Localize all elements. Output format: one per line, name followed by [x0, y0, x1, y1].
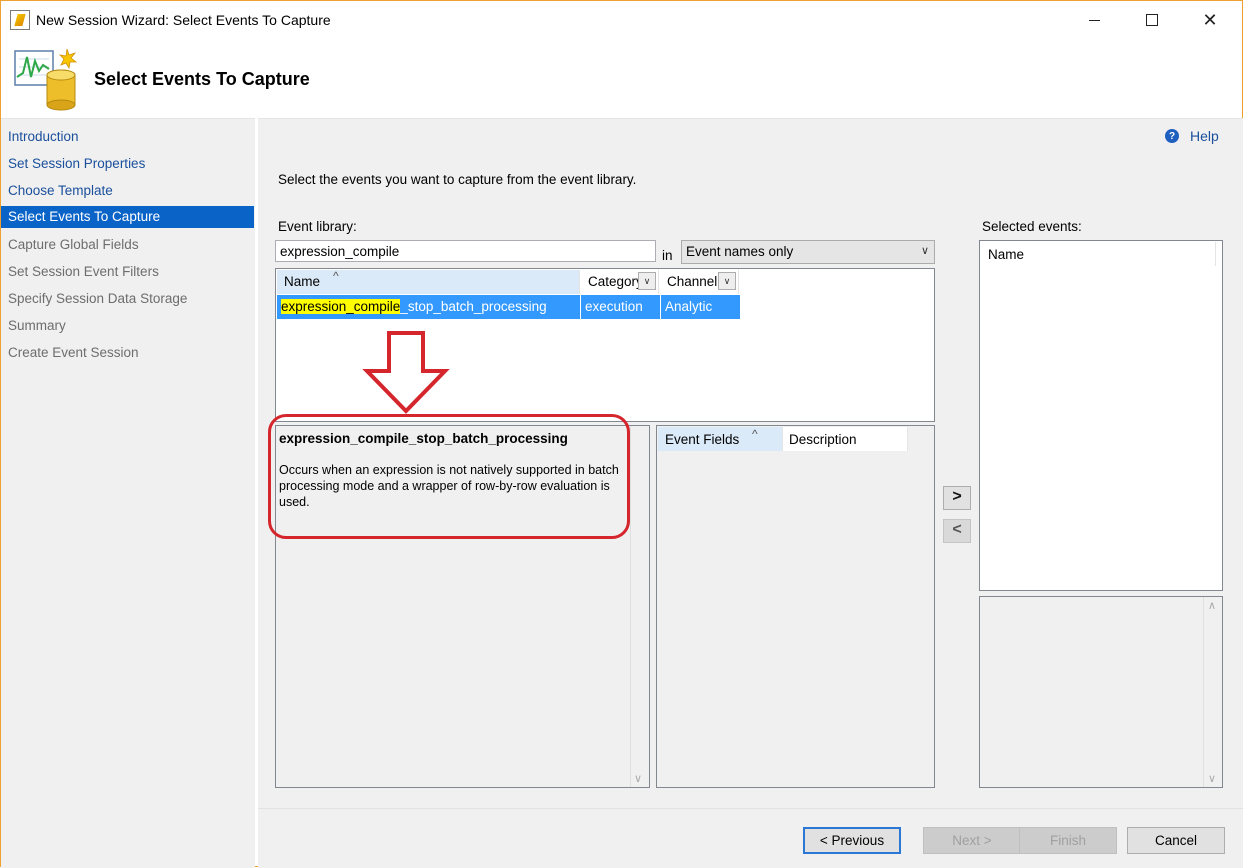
- remove-event-button[interactable]: <: [943, 519, 971, 543]
- nav-item-capture-global-fields: Capture Global Fields: [8, 237, 139, 252]
- column-header-name[interactable]: Name ^: [277, 269, 580, 294]
- column-category-label: Category: [588, 274, 643, 289]
- cancel-button[interactable]: Cancel: [1127, 827, 1225, 854]
- selected-event-description-pane: ∧ ∨: [979, 596, 1223, 788]
- scroll-down-icon[interactable]: ∨: [1208, 772, 1216, 785]
- cell-channel: Analytic: [661, 295, 740, 319]
- close-icon: ✕: [1202, 9, 1218, 30]
- minimize-icon: [1088, 19, 1100, 21]
- channel-filter-chevron-icon[interactable]: ∨: [718, 272, 736, 290]
- column-name-label: Name: [284, 274, 321, 289]
- help-label: Help: [1190, 128, 1219, 144]
- next-button[interactable]: Next >: [923, 827, 1021, 854]
- nav-item-set-session-event-filters: Set Session Event Filters: [8, 264, 159, 279]
- finish-button[interactable]: Finish: [1019, 827, 1117, 854]
- help-icon: ?: [1165, 129, 1179, 143]
- table-row[interactable]: expression_compile_stop_batch_processing…: [277, 295, 740, 319]
- event-library-label: Event library:: [278, 219, 357, 234]
- xevent-session-icon: [14, 48, 78, 111]
- search-scope-value: Event names only: [686, 244, 794, 259]
- nav-item-select-events[interactable]: Select Events To Capture: [1, 206, 254, 228]
- description-scrollbar[interactable]: ∨: [630, 426, 649, 787]
- maximize-icon: [1146, 14, 1158, 26]
- nav-item-specify-data-storage: Specify Session Data Storage: [8, 291, 188, 306]
- selected-events-label: Selected events:: [982, 219, 1082, 234]
- annotation-arrow-down-icon: [362, 331, 450, 414]
- help-link[interactable]: ? Help: [1165, 128, 1219, 144]
- previous-button[interactable]: < Previous: [803, 827, 901, 854]
- app-icon: [10, 10, 30, 30]
- selected-events-grid[interactable]: Name: [979, 240, 1223, 591]
- column-channel-label: Channel: [667, 274, 718, 289]
- title-bar: New Session Wizard: Select Events To Cap…: [1, 1, 1242, 39]
- nav-item-choose-template[interactable]: Choose Template: [1, 180, 254, 202]
- scroll-down-icon[interactable]: ∨: [634, 772, 642, 785]
- add-event-button[interactable]: >: [943, 486, 971, 510]
- search-match-highlight: expression_compile: [281, 299, 401, 314]
- category-filter-chevron-icon[interactable]: ∨: [638, 272, 656, 290]
- search-scope-dropdown[interactable]: Event names only ∨: [681, 240, 935, 264]
- annotation-highlight-box: [268, 414, 630, 539]
- event-name-rest: _stop_batch_processing: [400, 299, 547, 314]
- cell-category: execution: [581, 295, 660, 319]
- in-label: in: [662, 248, 673, 263]
- window-title: New Session Wizard: Select Events To Cap…: [36, 12, 331, 28]
- minimize-button[interactable]: [1065, 1, 1123, 39]
- chevron-down-icon: ∨: [920, 245, 929, 257]
- wizard-nav: Introduction Set Session Properties Choo…: [1, 118, 255, 868]
- selected-description-scrollbar[interactable]: ∧ ∨: [1203, 597, 1222, 787]
- sort-ascending-icon: ^: [752, 427, 758, 441]
- nav-item-summary: Summary: [8, 318, 66, 333]
- cell-event-name: expression_compile_stop_batch_processing: [277, 295, 580, 319]
- column-header-channel[interactable]: Channel ∨: [660, 270, 739, 294]
- column-header-event-fields[interactable]: Event Fields ^: [658, 427, 783, 451]
- column-header-selected-name[interactable]: Name: [981, 242, 1216, 266]
- column-header-description[interactable]: Description: [783, 427, 908, 451]
- column-header-category[interactable]: Category ∨: [581, 270, 659, 294]
- maximize-button[interactable]: [1123, 1, 1181, 39]
- close-button[interactable]: ✕: [1181, 1, 1239, 39]
- nav-item-introduction[interactable]: Introduction: [1, 126, 254, 148]
- scroll-up-icon[interactable]: ∧: [1208, 599, 1216, 612]
- event-search-input[interactable]: [275, 240, 656, 262]
- page-title: Select Events To Capture: [94, 69, 310, 89]
- event-fields-grid[interactable]: Event Fields ^ Description: [656, 425, 935, 788]
- wizard-header: Select Events To Capture: [1, 39, 1242, 118]
- instruction-text: Select the events you want to capture fr…: [278, 172, 637, 187]
- sort-ascending-icon: ^: [333, 269, 339, 283]
- event-fields-label: Event Fields: [665, 432, 740, 447]
- nav-item-set-session-properties[interactable]: Set Session Properties: [1, 153, 254, 175]
- wizard-window: New Session Wizard: Select Events To Cap…: [0, 0, 1243, 868]
- nav-item-create-event-session: Create Event Session: [8, 345, 139, 360]
